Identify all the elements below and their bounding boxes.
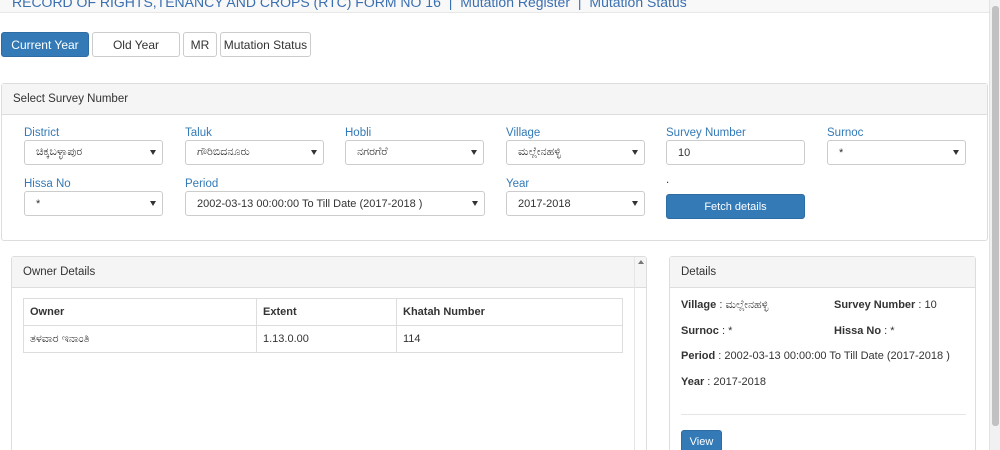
village-value: ಮಲ್ಲೇನಹಳ್ಳಿ	[518, 146, 561, 158]
header-title-line: RECORD OF RIGHTS,TENANCY AND CROPS (RTC)…	[12, 0, 687, 10]
khatah-number-cell: 114	[396, 325, 623, 353]
tab-mr[interactable]: MR	[183, 32, 217, 57]
hobli-value: ನಗರಗೆರೆ	[357, 146, 388, 158]
detail-survey-value: 10	[924, 299, 937, 311]
district-label: District	[24, 127, 60, 139]
year-value: 2017-2018	[518, 197, 571, 210]
hobli-select[interactable]: ನಗರಗೆರೆ	[345, 140, 484, 165]
mutation-register-link[interactable]: Mutation Register	[460, 0, 570, 10]
owner-table: Owner Extent Khatah Number ತಳವಾರ ಇನಾಂತಿ …	[23, 298, 623, 353]
survey-selection-panel: Select Survey Number District ಚಿಕ್ಕಬಳ್ಳಾ…	[1, 83, 988, 241]
detail-year: Year : 2017-2018	[681, 376, 767, 388]
taluk-value: ಗೌರಿಬಿದನೂರು	[197, 146, 250, 158]
view-button[interactable]: View	[681, 430, 722, 450]
period-label: Period	[185, 178, 219, 190]
tab-mutation-status[interactable]: Mutation Status	[220, 32, 311, 57]
column-header-owner: Owner	[23, 298, 257, 326]
chevron-down-icon	[150, 150, 156, 155]
taluk-label: Taluk	[185, 127, 212, 139]
details-panel: Details Village : ಮಲ್ಲೇನಹಳ್ಳಿ Survey Num…	[669, 256, 976, 450]
chevron-down-icon	[150, 201, 156, 206]
detail-hissa-no: Hissa No : *	[834, 325, 895, 337]
chevron-down-icon	[632, 150, 638, 155]
detail-hissa-label: Hissa No	[834, 325, 882, 337]
taluk-select[interactable]: ಗೌರಿಬಿದನೂರು	[185, 140, 324, 165]
year-select[interactable]: 2017-2018	[506, 191, 645, 216]
mutation-status-link[interactable]: Mutation Status	[589, 0, 686, 10]
column-header-khatah-number: Khatah Number	[396, 298, 623, 326]
period-value: 2002-03-13 00:00:00 To Till Date (2017-2…	[197, 197, 423, 210]
chevron-down-icon	[953, 150, 959, 155]
tab-current-year[interactable]: Current Year	[1, 32, 89, 57]
surnoc-select[interactable]: *	[827, 140, 966, 165]
detail-survey-number: Survey Number : 10	[834, 299, 937, 311]
owner-panel-scrollbar[interactable]	[634, 257, 646, 450]
surnoc-label: Surnoc	[827, 127, 864, 139]
chevron-down-icon	[632, 201, 638, 206]
table-header-row: Owner Extent Khatah Number	[23, 298, 623, 326]
village-label: Village	[506, 127, 541, 139]
detail-survey-label: Survey Number	[834, 299, 916, 311]
detail-year-label: Year	[681, 376, 705, 388]
chevron-down-icon	[311, 150, 317, 155]
header-separator: |	[577, 0, 582, 10]
window-scrollbar[interactable]	[989, 0, 1000, 450]
fetch-label: .	[666, 174, 670, 186]
header-separator: |	[448, 0, 453, 10]
detail-surnoc-label: Surnoc	[681, 325, 719, 337]
tab-old-year[interactable]: Old Year	[92, 32, 180, 57]
detail-village-value: ಮಲ್ಲೇನಹಳ್ಳಿ	[725, 299, 769, 311]
scroll-up-icon[interactable]	[638, 260, 644, 264]
district-value: ಚಿಕ್ಕಬಳ್ಳಾಪುರ	[36, 146, 83, 158]
district-select[interactable]: ಚಿಕ್ಕಬಳ್ಳಾಪುರ	[24, 140, 163, 165]
page-header: RECORD OF RIGHTS,TENANCY AND CROPS (RTC)…	[0, 0, 989, 13]
column-header-extent: Extent	[256, 298, 397, 326]
detail-hissa-value: *	[890, 325, 895, 337]
details-panel-heading: Details	[670, 257, 975, 288]
owner-details-panel: Owner Details Owner Extent Khatah Number…	[11, 256, 647, 450]
details-divider	[681, 414, 966, 415]
chevron-down-icon	[471, 150, 477, 155]
detail-period-value: 2002-03-13 00:00:00 To Till Date (2017-2…	[724, 350, 950, 362]
hissa-no-label: Hissa No	[24, 178, 71, 190]
detail-surnoc-value: *	[728, 325, 733, 337]
owner-cell: ತಳವಾರ ಇನಾಂತಿ	[23, 325, 257, 353]
hobli-label: Hobli	[345, 127, 372, 139]
page-title: RECORD OF RIGHTS,TENANCY AND CROPS (RTC)…	[12, 0, 441, 10]
detail-village-label: Village	[681, 299, 717, 311]
period-select[interactable]: 2002-03-13 00:00:00 To Till Date (2017-2…	[185, 191, 485, 216]
owner-panel-heading: Owner Details	[12, 257, 646, 288]
survey-number-label: Survey Number	[666, 127, 746, 139]
village-select[interactable]: ಮಲ್ಲೇನಹಳ್ಳಿ	[506, 140, 645, 165]
detail-year-value: 2017-2018	[713, 376, 767, 388]
survey-panel-heading: Select Survey Number	[2, 84, 987, 115]
year-tabs: Current Year Old Year MR Mutation Status	[1, 32, 311, 57]
detail-period-label: Period	[681, 350, 716, 362]
detail-village: Village : ಮಲ್ಲೇನಹಳ್ಳಿ	[681, 299, 769, 311]
extent-cell: 1.13.0.00	[256, 325, 397, 353]
chevron-down-icon	[472, 201, 478, 206]
hissa-no-value: *	[36, 197, 41, 210]
scrollbar-thumb[interactable]	[992, 6, 999, 426]
survey-number-input[interactable]: 10	[666, 140, 805, 165]
year-label: Year	[506, 178, 530, 190]
fetch-details-button[interactable]: Fetch details	[666, 194, 805, 219]
table-row: ತಳವಾರ ಇನಾಂತಿ 1.13.0.00 114	[23, 325, 623, 353]
detail-period: Period : 2002-03-13 00:00:00 To Till Dat…	[681, 350, 950, 362]
hissa-no-select[interactable]: *	[24, 191, 163, 216]
detail-surnoc: Surnoc : *	[681, 325, 733, 337]
surnoc-value: *	[839, 146, 844, 159]
